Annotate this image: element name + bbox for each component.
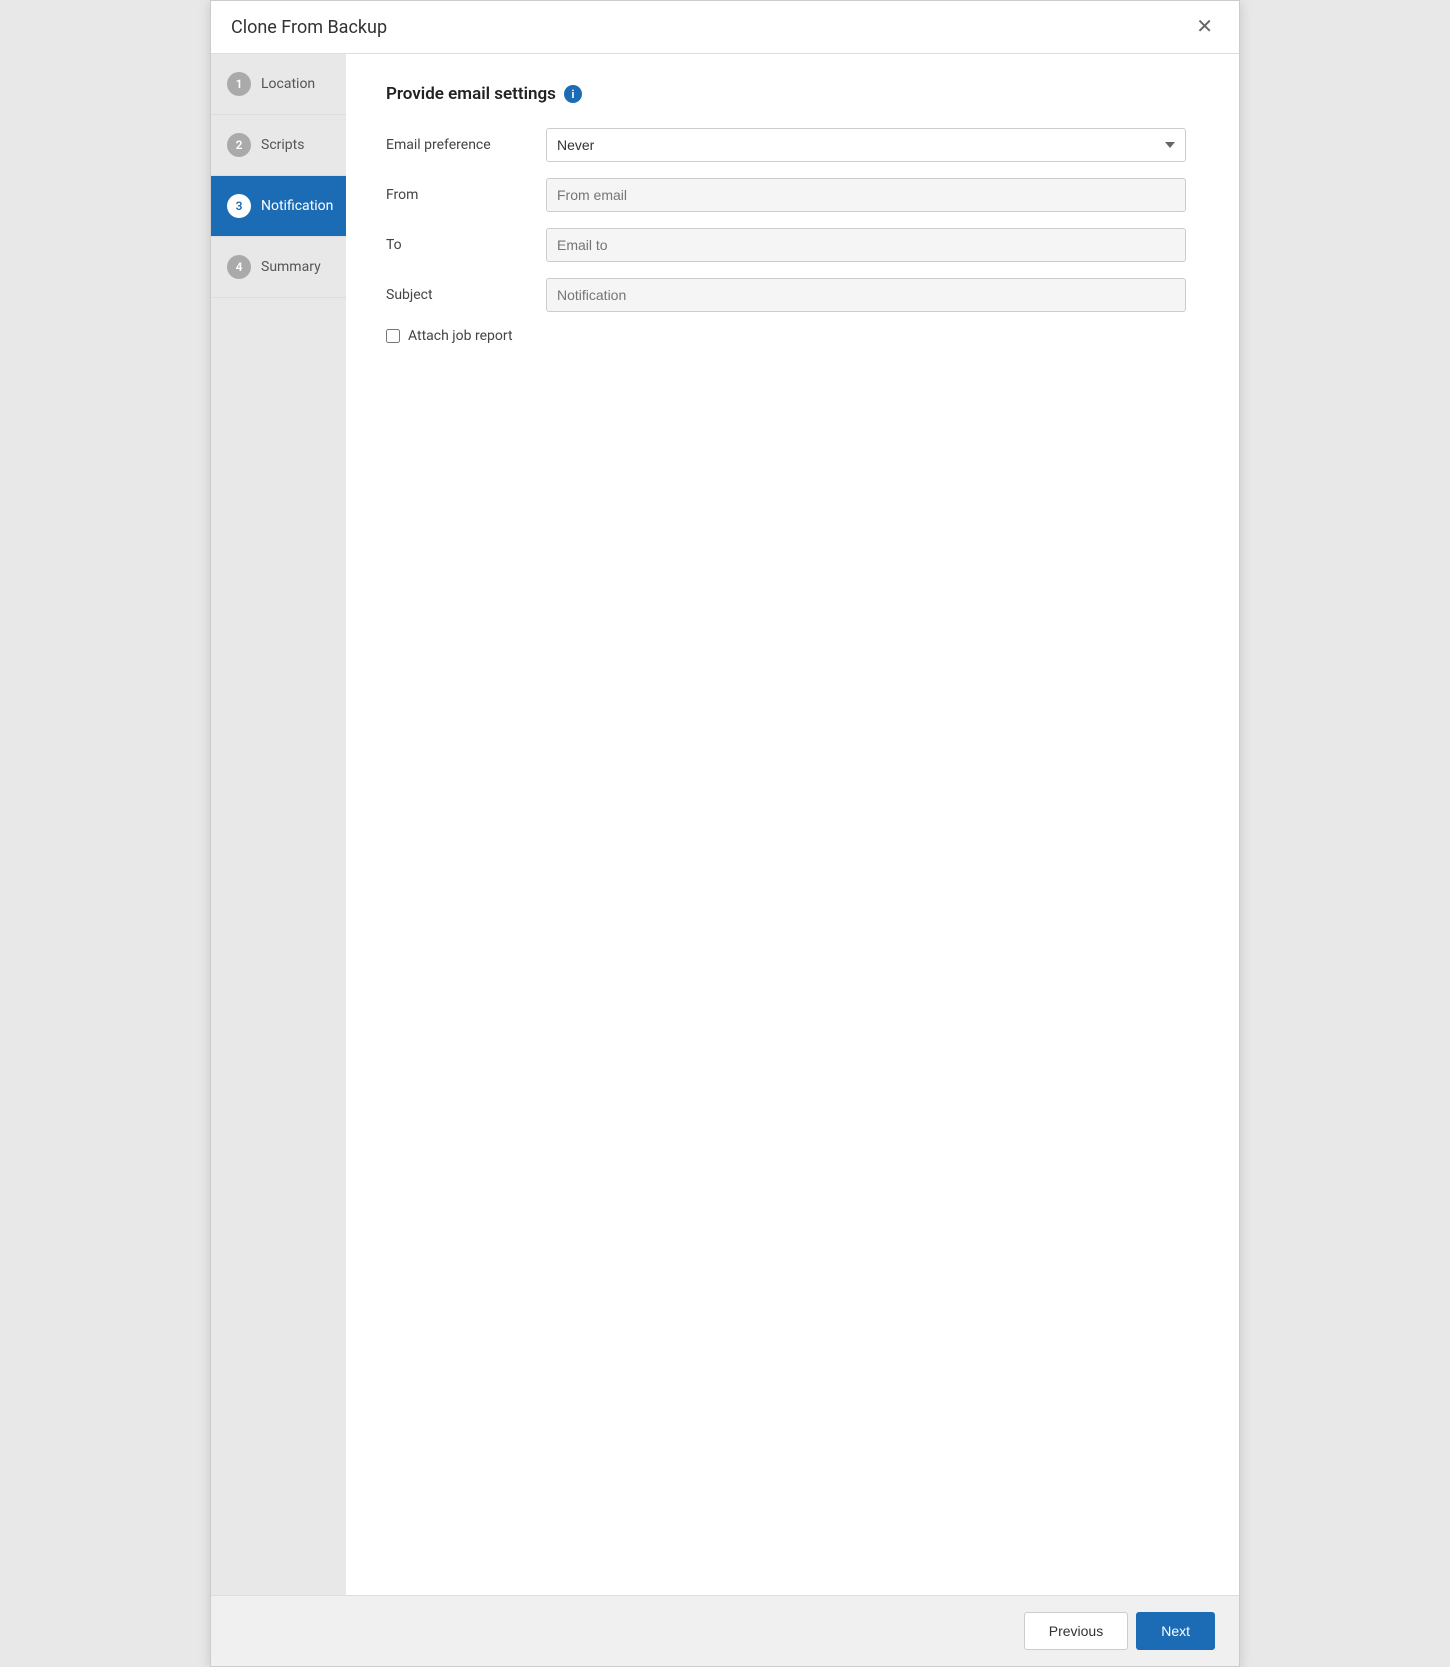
sidebar-label-summary: Summary <box>261 259 321 275</box>
subject-input[interactable] <box>546 278 1186 312</box>
to-label: To <box>386 237 546 253</box>
to-row: To <box>386 228 1199 262</box>
email-preference-select[interactable]: Never Always On failure On success <box>546 128 1186 162</box>
close-button[interactable]: ✕ <box>1190 15 1219 39</box>
sidebar: 1 Location 2 Scripts 3 Notification 4 Su… <box>211 54 346 1595</box>
section-title: Provide email settings i <box>386 84 1199 104</box>
email-preference-row: Email preference Never Always On failure… <box>386 128 1199 162</box>
sidebar-label-notification: Notification <box>261 198 333 214</box>
email-preference-label: Email preference <box>386 137 546 153</box>
step-badge-2: 2 <box>227 133 251 157</box>
clone-from-backup-dialog: Clone From Backup ✕ 1 Location 2 Scripts… <box>210 0 1240 1667</box>
sidebar-item-notification[interactable]: 3 Notification <box>211 176 346 237</box>
subject-label: Subject <box>386 287 546 303</box>
sidebar-label-scripts: Scripts <box>261 137 304 153</box>
sidebar-item-location[interactable]: 1 Location <box>211 54 346 115</box>
sidebar-item-scripts[interactable]: 2 Scripts <box>211 115 346 176</box>
dialog-header: Clone From Backup ✕ <box>211 1 1239 54</box>
next-button[interactable]: Next <box>1136 1612 1215 1650</box>
dialog-footer: Previous Next <box>211 1595 1239 1666</box>
attach-job-report-label: Attach job report <box>408 328 513 344</box>
step-badge-3: 3 <box>227 194 251 218</box>
from-label: From <box>386 187 546 203</box>
dialog-title: Clone From Backup <box>231 17 387 38</box>
step-badge-4: 4 <box>227 255 251 279</box>
section-title-text: Provide email settings <box>386 84 556 104</box>
subject-row: Subject <box>386 278 1199 312</box>
attach-job-report-checkbox[interactable] <box>386 329 400 343</box>
main-content: Provide email settings i Email preferenc… <box>346 54 1239 1595</box>
sidebar-item-summary[interactable]: 4 Summary <box>211 237 346 298</box>
attach-job-report-row: Attach job report <box>386 328 1199 344</box>
sidebar-label-location: Location <box>261 76 315 92</box>
info-icon[interactable]: i <box>564 85 582 103</box>
from-row: From <box>386 178 1199 212</box>
to-input[interactable] <box>546 228 1186 262</box>
step-badge-1: 1 <box>227 72 251 96</box>
previous-button[interactable]: Previous <box>1024 1612 1128 1650</box>
from-input[interactable] <box>546 178 1186 212</box>
dialog-body: 1 Location 2 Scripts 3 Notification 4 Su… <box>211 54 1239 1595</box>
